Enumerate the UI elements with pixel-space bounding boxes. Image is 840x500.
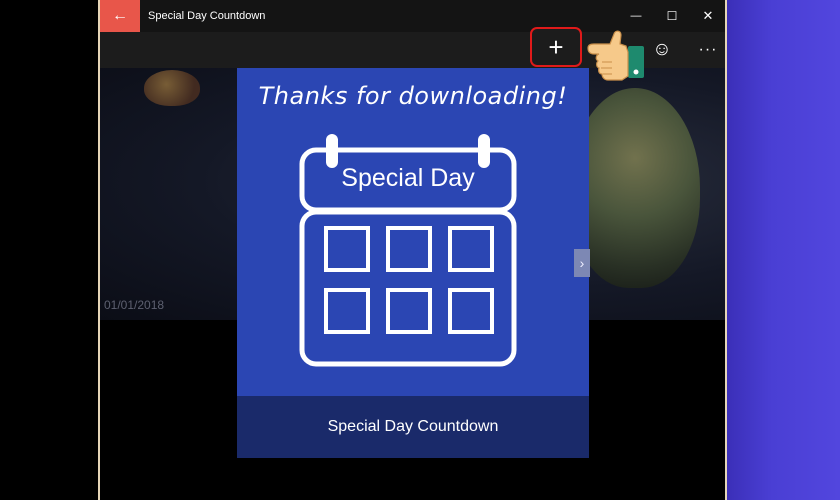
close-button[interactable]: ✕ (690, 0, 725, 32)
hot-air-balloon-image (144, 70, 200, 106)
plus-icon: + (548, 31, 564, 62)
close-icon: ✕ (702, 8, 714, 23)
dialog-footer: Special Day Countdown (237, 396, 589, 458)
maximize-button[interactable]: ☐ (654, 0, 690, 32)
desktop-background-left (0, 0, 98, 500)
pointing-hand-icon (587, 30, 644, 81)
more-icon: ··· (698, 41, 718, 58)
smiley-icon: ☺ (652, 39, 672, 60)
desktop-background-right (727, 0, 840, 500)
back-button[interactable]: ← (100, 0, 140, 32)
app-name-label: Special Day Countdown (327, 418, 499, 435)
calendar-label: Special Day (341, 164, 475, 192)
maximize-icon: ☐ (666, 9, 678, 23)
welcome-heading: Thanks for downloading! (258, 82, 568, 110)
more-options-button[interactable]: ··· (696, 36, 720, 64)
next-page-button[interactable]: › (574, 249, 590, 277)
minimize-icon: — (630, 10, 642, 22)
window-title: Special Day Countdown (148, 10, 266, 22)
add-button[interactable]: + (530, 27, 582, 67)
back-arrow-icon: ← (112, 7, 128, 24)
welcome-dialog: Thanks for downloading! Special Day Spec… (237, 68, 589, 458)
chevron-right-icon: › (579, 255, 585, 271)
emoji-button[interactable]: ☺ (648, 36, 676, 64)
countdown-date: 01/01/2018 (104, 298, 165, 312)
